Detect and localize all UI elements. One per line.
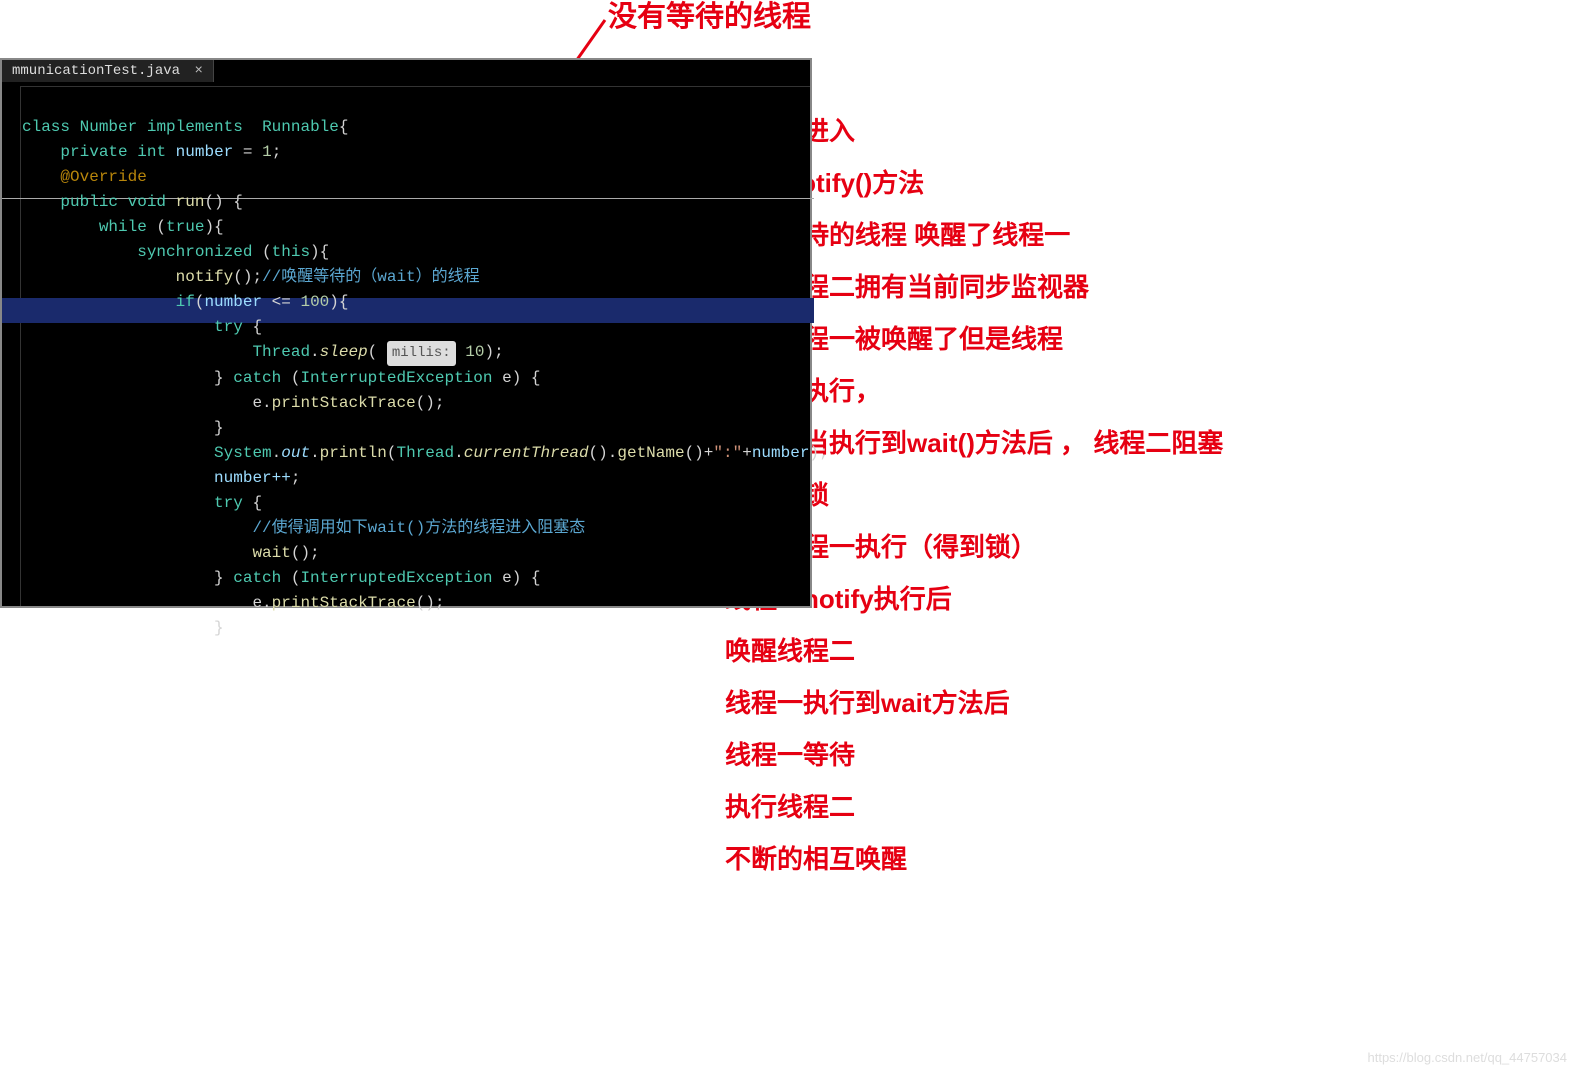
lit-1: 1 (262, 143, 272, 161)
cmt-wait: //使得调用如下wait()方法的线程进入阻塞态 (252, 519, 585, 537)
inc: number++ (214, 469, 291, 487)
rn-14: 不断的相互唤醒 (725, 833, 1223, 885)
kw-while: while (99, 218, 147, 236)
rn-13: 执行线程二 (725, 781, 1223, 833)
kw-private: private (60, 143, 127, 161)
watermark: https://blog.csdn.net/qq_44757034 (1368, 1050, 1568, 1065)
lit-10: 10 (465, 343, 484, 361)
tab-label: mmunicationTest.java (12, 63, 180, 79)
str-colon: ":" (713, 444, 742, 462)
fn-pst2: printStackTrace (272, 594, 416, 612)
lit-100: 100 (300, 293, 329, 311)
rn-11: 线程一执行到wait方法后 (725, 677, 1223, 729)
tab-row: mmunicationTest.java × (2, 60, 810, 87)
kw-int: int (137, 143, 166, 161)
kw-implements: implements (147, 118, 243, 136)
fn-println: println (320, 444, 387, 462)
brace-close: } (214, 619, 224, 637)
kw-void: void (128, 193, 166, 211)
kw-public: public (60, 193, 118, 211)
fn-wait: wait (252, 544, 290, 562)
kw-try: try (214, 318, 243, 336)
fn-curthread: currentThread (464, 444, 589, 462)
eq: = (243, 143, 253, 161)
system: System (214, 444, 272, 462)
evar2: e (252, 394, 262, 412)
evar: e (502, 369, 512, 387)
op-le: <= (272, 293, 291, 311)
rn-10: 唤醒线程二 (725, 625, 1223, 677)
field-number2: number (204, 293, 262, 311)
plus: + (704, 444, 714, 462)
fn-getname: getName (617, 444, 684, 462)
kw-try2: try (214, 494, 243, 512)
fn-pst: printStackTrace (272, 394, 416, 412)
parens: () (204, 193, 223, 211)
semi: ; (272, 143, 282, 161)
note-no-waiting-thread: 没有等待的线程 (608, 0, 811, 35)
field-number: number (176, 143, 234, 161)
iface: Runnable (262, 118, 339, 136)
kw-this: this (272, 243, 310, 261)
close-icon[interactable]: × (194, 63, 202, 79)
fn-notify: notify (176, 268, 234, 286)
param-hint: millis: (387, 341, 456, 366)
evar3: e (502, 569, 512, 587)
gutter (2, 86, 21, 606)
evar4: e (252, 594, 262, 612)
plus2: + (742, 444, 752, 462)
kw-sync: synchronized (137, 243, 252, 261)
fn-sleep: sleep (320, 343, 368, 361)
anno-override: @Override (60, 168, 146, 186)
cmt-notify: //唤醒等待的（wait）的线程 (262, 268, 480, 286)
code-editor: mmunicationTest.java × class Number impl… (0, 58, 812, 608)
np: number (752, 444, 810, 462)
kw-true: true (166, 218, 204, 236)
exc2: InterruptedException (300, 569, 492, 587)
out: out (281, 444, 310, 462)
kw-if: if (176, 293, 195, 311)
classname: Number (80, 118, 138, 136)
rn-12: 线程一等待 (725, 729, 1223, 781)
exc: InterruptedException (300, 369, 492, 387)
kw-class: class (22, 118, 70, 136)
brace: { (339, 118, 349, 136)
file-tab[interactable]: mmunicationTest.java × (2, 60, 214, 82)
kw-catch: catch (233, 369, 281, 387)
code-body: class Number implements Runnable{ privat… (22, 90, 810, 606)
thread2: Thread (397, 444, 455, 462)
thread: Thread (252, 343, 310, 361)
fn-run: run (176, 193, 205, 211)
kw-catch2: catch (233, 569, 281, 587)
